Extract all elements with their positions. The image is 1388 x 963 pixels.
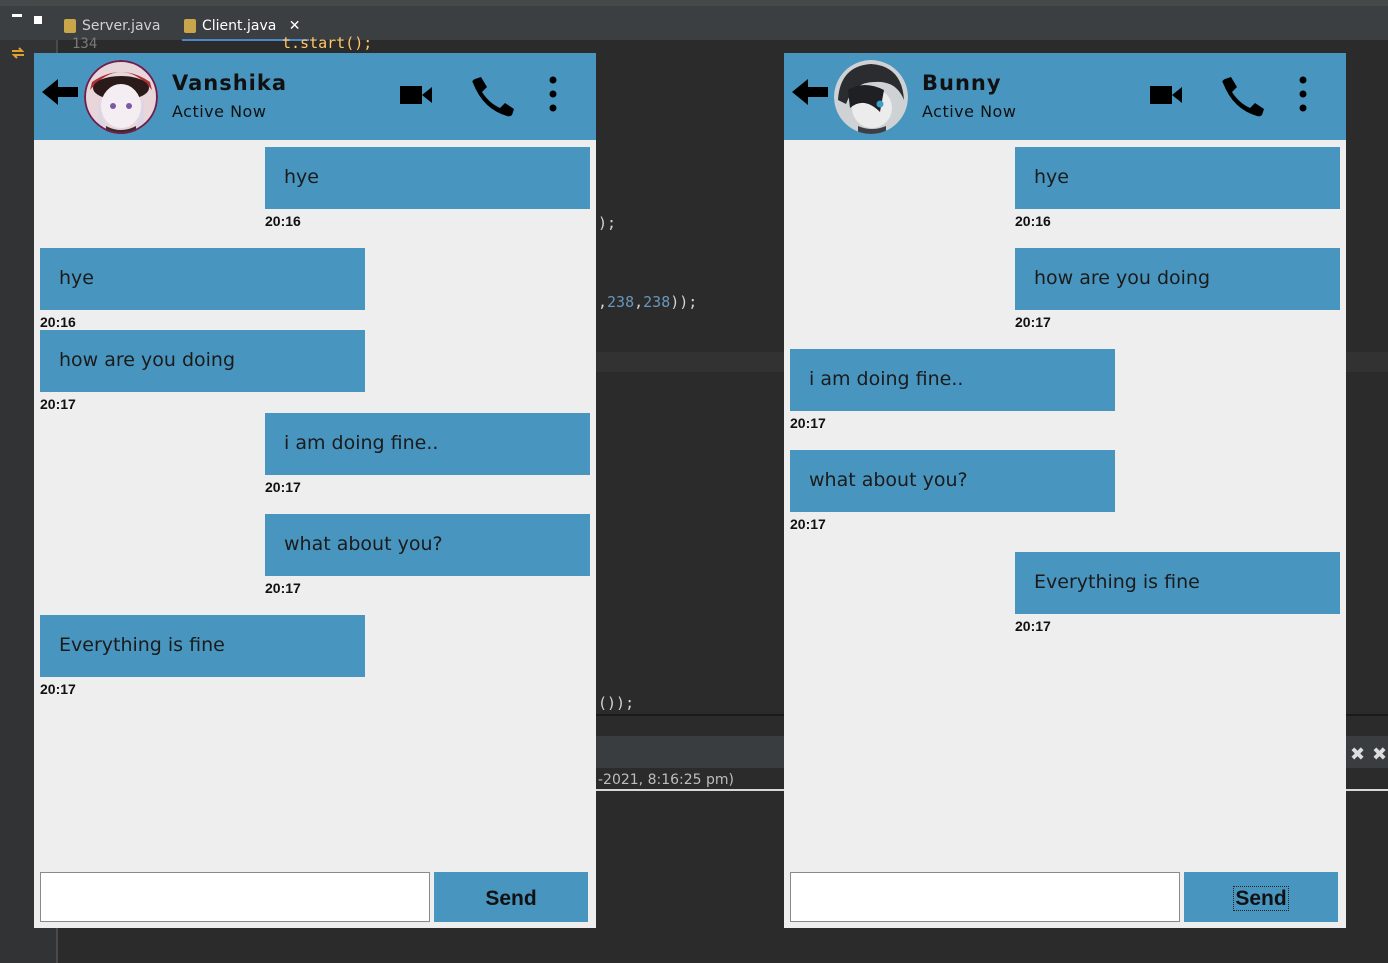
message-time: 20:16 [1015, 213, 1051, 229]
message-text: hye [1034, 166, 1069, 188]
message-bubble-sent: Everything is fine [1015, 552, 1340, 614]
back-arrow-icon[interactable] [40, 77, 80, 107]
send-button[interactable]: Send [1184, 872, 1338, 922]
avatar[interactable] [84, 60, 158, 134]
avatar[interactable] [834, 60, 908, 134]
chat-window-bunny: Bunny Active Now hye 20:16 how are you d… [784, 53, 1346, 928]
message-text: what about you? [809, 469, 968, 491]
message-bubble-received: Everything is fine [40, 615, 365, 677]
message-time: 20:17 [1015, 314, 1051, 330]
message-time: 20:17 [790, 415, 826, 431]
minimize-icon[interactable] [12, 14, 22, 17]
contact-status: Active Now [172, 102, 267, 121]
message-text: hye [284, 166, 319, 188]
send-button-label: Send [1233, 886, 1289, 911]
close-icon[interactable]: ✕ [289, 18, 301, 34]
message-bubble-sent: i am doing fine.. [265, 413, 590, 475]
message-input[interactable] [40, 872, 430, 922]
message-text: hye [59, 267, 94, 289]
code-text: , [634, 293, 644, 311]
message-text: how are you doing [59, 349, 236, 371]
message-time: 20:17 [40, 681, 76, 697]
message-input[interactable] [790, 872, 1180, 922]
message-text: what about you? [284, 533, 443, 555]
phone-icon[interactable] [1219, 77, 1265, 117]
tab-label: Server.java [82, 18, 161, 34]
code-line: ); [598, 214, 617, 232]
message-bubble-sent: hye [265, 147, 590, 209]
message-bubble-sent: what about you? [265, 514, 590, 576]
message-text: i am doing fine.. [809, 368, 964, 390]
message-bubble-sent: how are you doing [1015, 248, 1340, 310]
code-line: ()); [598, 694, 635, 712]
ide-toolbar: Server.java Client.java ✕ [0, 0, 1388, 41]
message-text: Everything is fine [1034, 571, 1200, 593]
chat-header: Vanshika Active Now [34, 53, 596, 140]
more-vertical-icon[interactable] [546, 76, 560, 112]
message-time: 20:17 [265, 479, 301, 495]
ide-menu-strip [0, 0, 1388, 6]
code-text: )); [670, 293, 698, 311]
code-number: 238 [643, 293, 671, 311]
code-number: 238 [607, 293, 635, 311]
message-text: Everything is fine [59, 634, 225, 656]
back-arrow-icon[interactable] [790, 77, 830, 107]
message-time: 20:17 [40, 396, 76, 412]
more-vertical-icon[interactable] [1296, 76, 1310, 112]
close-all-icon[interactable]: ✖ [1372, 744, 1387, 765]
message-bubble-received: hye [40, 248, 365, 310]
video-camera-icon[interactable] [1150, 84, 1182, 106]
code-text: t.start(); [282, 34, 373, 52]
message-time: 20:17 [1015, 618, 1051, 634]
message-text: how are you doing [1034, 267, 1211, 289]
code-line: ,238,238)); [598, 293, 697, 311]
message-time: 20:16 [40, 314, 76, 330]
message-time: 20:17 [790, 516, 826, 532]
message-bubble-received: how are you doing [40, 330, 365, 392]
close-icon[interactable]: ✖ [1350, 744, 1365, 765]
sync-icon[interactable] [10, 44, 26, 59]
line-number: 134 [72, 36, 98, 52]
phone-icon[interactable] [469, 77, 515, 117]
maximize-icon[interactable] [34, 16, 42, 24]
java-file-icon [184, 19, 196, 33]
java-file-icon [64, 19, 76, 33]
contact-status: Active Now [922, 102, 1017, 121]
message-time: 20:17 [265, 580, 301, 596]
tab-label: Client.java [202, 18, 277, 34]
code-line: t.start(); [282, 34, 372, 52]
send-button-label: Send [485, 887, 537, 910]
message-bubble-received: i am doing fine.. [790, 349, 1115, 411]
chat-header: Bunny Active Now [784, 53, 1346, 140]
contact-name: Vanshika [172, 71, 288, 95]
message-bubble-received: what about you? [790, 450, 1115, 512]
message-text: i am doing fine.. [284, 432, 439, 454]
message-bubble-sent: hye [1015, 147, 1340, 209]
message-time: 20:16 [265, 213, 301, 229]
send-button[interactable]: Send [434, 872, 588, 922]
chat-window-vanshika: Vanshika Active Now hye 20:16 hye 20:16 … [34, 53, 596, 928]
video-camera-icon[interactable] [400, 84, 432, 106]
console-output: -2021, 8:16:25 pm) [598, 772, 734, 788]
contact-name: Bunny [922, 71, 1002, 95]
code-text: , [598, 293, 608, 311]
